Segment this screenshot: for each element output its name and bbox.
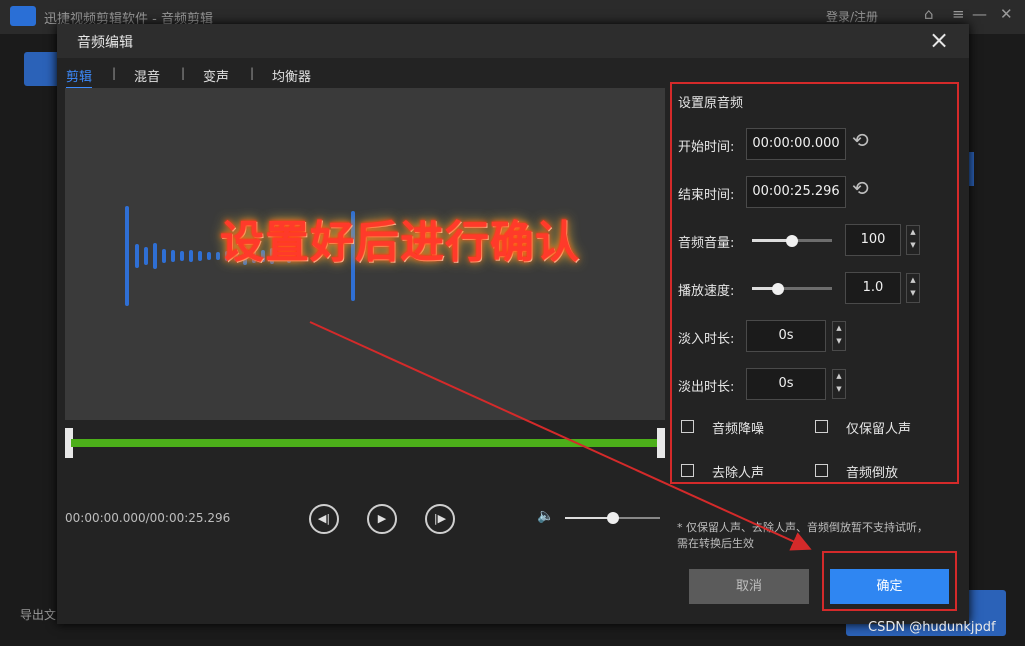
fade-out-input[interactable]: 0s [746,368,826,400]
start-time-input[interactable]: 00:00:00.000 [746,128,846,160]
fade-in-stepper[interactable]: ▲ ▼ [832,321,846,351]
volume-slider-thumb[interactable] [606,512,619,524]
previous-icon[interactable]: ◀| [309,504,339,534]
preview-note: * 仅保留人声、去除人声、音频倒放暂不支持试听，需在转换后生效 [677,521,928,550]
close-icon[interactable]: × [929,26,949,54]
watermark: CSDN @hudunkjpdf [868,620,996,635]
volume-level-thumb[interactable] [786,235,798,247]
trim-end-handle[interactable] [657,428,665,458]
waveform-bar [189,250,193,262]
waveform-bar [144,247,148,265]
volume-value-input[interactable]: 100 [845,224,901,256]
audio-edit-dialog: 音频编辑 × 剪辑 | 混音 | 变声 | 均衡器 00:00:00.000/0… [57,24,969,624]
minimize-icon[interactable]: — [972,5,987,23]
noise-reduction-label: 音频降噪 [712,422,765,437]
end-time-label: 结束时间: [678,188,735,203]
next-icon[interactable]: |▶ [425,504,455,534]
tab-divider: | [181,66,186,80]
waveform-bar [198,251,202,261]
cancel-button[interactable]: 取消 [689,569,809,604]
end-time-input[interactable]: 00:00:25.296 [746,176,846,208]
waveform-bar [207,252,211,260]
menu-icon[interactable]: ≡ [952,5,965,23]
dialog-title: 音频编辑 [77,35,133,51]
reverse-audio-checkbox[interactable] [815,464,828,477]
waveform-bar [162,249,166,263]
waveform-bar [135,244,139,268]
ok-button[interactable]: 确定 [830,569,949,604]
reverse-audio-label: 音频倒放 [846,466,899,481]
remove-voice-checkbox[interactable] [681,464,694,477]
play-icon[interactable]: ▶ [367,504,397,534]
fade-in-input[interactable]: 0s [746,320,826,352]
close-app-icon[interactable]: ✕ [1000,5,1013,23]
settings-panel: 设置原音频 开始时间: 00:00:00.000 ⟲ 结束时间: 00:00:2… [670,82,959,484]
waveform-bar [180,251,184,261]
keep-voice-checkbox[interactable] [815,420,828,433]
tab-voice-change[interactable]: 变声 [203,66,229,85]
timeline-track[interactable] [71,439,661,447]
ok-highlight-box: 确定 [822,551,957,611]
tab-divider: | [250,66,255,80]
speed-label: 播放速度: [678,284,735,299]
speed-value-input[interactable]: 1.0 [845,272,901,304]
tab-divider: | [112,66,117,80]
fade-in-label: 淡入时长: [678,332,735,347]
fade-out-label: 淡出时长: [678,380,735,395]
noise-reduction-checkbox[interactable] [681,420,694,433]
start-time-label: 开始时间: [678,140,735,155]
tab-cut[interactable]: 剪辑 [66,66,93,89]
fade-out-stepper[interactable]: ▲ ▼ [832,369,846,399]
speed-stepper[interactable]: ▲ ▼ [906,273,920,303]
login-link[interactable]: 登录/注册 [826,8,878,25]
waveform-bar [171,250,175,262]
volume-label: 音频音量: [678,236,735,251]
reset-start-icon[interactable]: ⟲ [852,128,869,152]
waveform-bar [125,206,129,306]
speed-thumb[interactable] [772,283,785,295]
app-logo-icon [10,6,36,26]
volume-stepper[interactable]: ▲ ▼ [906,225,920,255]
tab-mix[interactable]: 混音 [134,66,160,85]
panel-title: 设置原音频 [678,96,744,111]
waveform-bar [153,243,157,269]
volume-slider-fill [565,517,613,519]
home-icon[interactable]: ⌂ [924,5,934,23]
export-label: 导出文 [20,608,57,622]
tab-equalizer[interactable]: 均衡器 [272,66,311,85]
annotation-text: 设置好后进行确认 [220,217,580,268]
reset-end-icon[interactable]: ⟲ [852,176,869,200]
volume-icon[interactable]: 🔈 [537,508,554,524]
time-display: 00:00:00.000/00:00:25.296 [65,511,231,525]
keep-voice-label: 仅保留人声 [846,422,912,437]
dialog-header [57,24,969,58]
remove-voice-label: 去除人声 [712,466,765,481]
